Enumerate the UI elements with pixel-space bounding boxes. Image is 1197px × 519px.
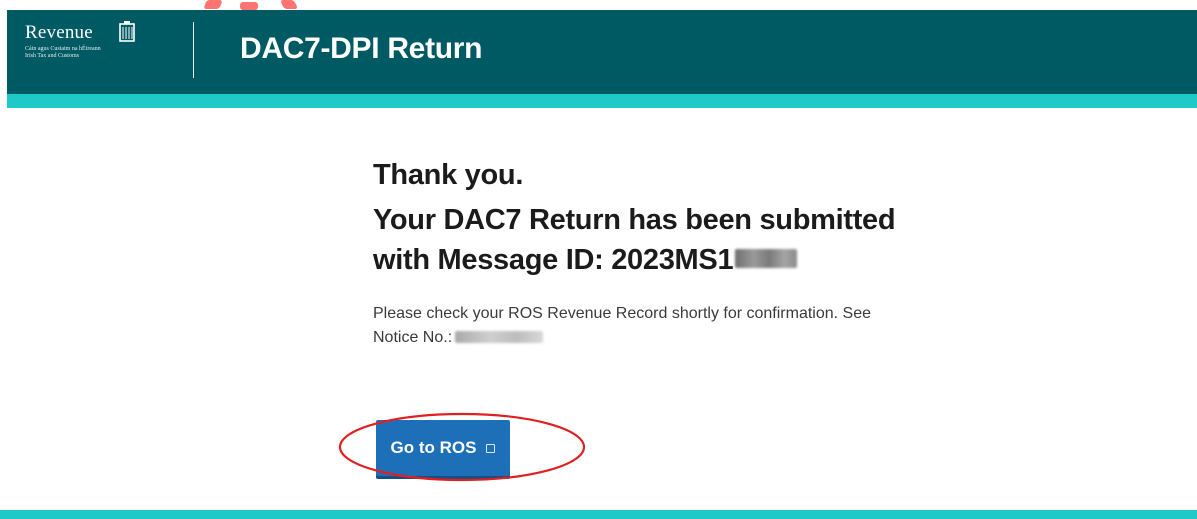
top-strip bbox=[0, 0, 1197, 10]
info-paragraph: Please check your ROS Revenue Record sho… bbox=[373, 302, 1053, 350]
annotation-mark bbox=[279, 0, 299, 9]
main-content: Thank you. Your DAC7 Return has been sub… bbox=[373, 156, 1073, 350]
logo-subtitle: Cáin agus Custaim na hÉireann Irish Tax … bbox=[25, 46, 160, 60]
service-title[interactable]: DAC7-DPI Return bbox=[240, 30, 482, 68]
thank-you-heading: Thank you. bbox=[373, 159, 524, 191]
logo-subtitle-line1: Cáin agus Custaim na hÉireann bbox=[25, 46, 101, 52]
harp-icon bbox=[119, 21, 135, 42]
annotation-mark bbox=[240, 2, 258, 10]
go-to-ros-area: Go to ROS bbox=[336, 408, 586, 488]
annotation-ellipse bbox=[338, 412, 586, 482]
confirmation-line2: with Message ID: 2023MS1 bbox=[373, 244, 734, 276]
notice-label: Notice No.: bbox=[373, 329, 453, 346]
info-text: Please check your ROS Revenue Record sho… bbox=[373, 305, 872, 322]
redacted-notice-number bbox=[455, 331, 544, 343]
footer-accent-stripe bbox=[0, 510, 1197, 519]
annotation-mark bbox=[203, 0, 223, 9]
header-accent-stripe bbox=[7, 94, 1197, 108]
logo-wordmark: Revenue bbox=[25, 22, 93, 43]
confirmation-heading: Your DAC7 Return has been submitted with… bbox=[373, 200, 1073, 280]
site-header: Revenue Cáin agus Custaim na hÉireann Ir… bbox=[7, 10, 1197, 94]
logo-subtitle-line2: Irish Tax and Customs bbox=[25, 53, 79, 59]
confirmation-line1: Your DAC7 Return has been submitted bbox=[373, 204, 896, 236]
redacted-message-id bbox=[735, 249, 798, 268]
header-divider bbox=[193, 22, 194, 78]
revenue-logo[interactable]: Revenue Cáin agus Custaim na hÉireann Ir… bbox=[25, 21, 160, 73]
